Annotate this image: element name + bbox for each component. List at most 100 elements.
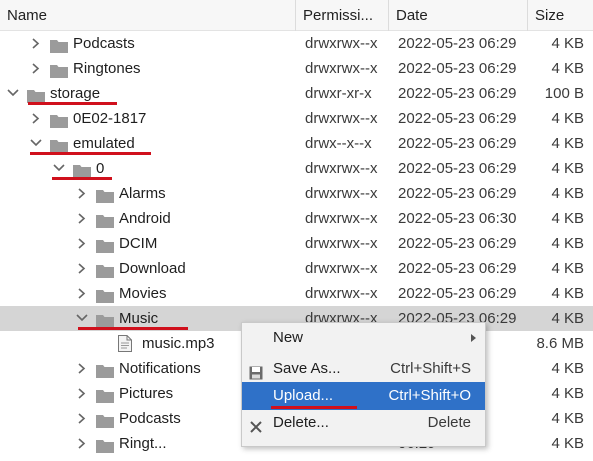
chevron-right-icon[interactable] [75, 431, 89, 456]
folder-row[interactable]: Ringtones drwxrwx--x 2022-05-23 06:29 4 KB [0, 56, 593, 81]
item-permissions: drwxrwx--x [305, 235, 378, 252]
item-name: Movies [119, 285, 167, 302]
folder-row[interactable]: 0E02-1817 drwxrwx--x 2022-05-23 06:29 4 KB [0, 106, 593, 131]
item-name: Ringt... [119, 435, 167, 452]
item-date: 2022-05-23 06:29 [398, 160, 517, 177]
folder-icon [50, 61, 68, 78]
item-size: 4 KB [551, 110, 584, 127]
folder-icon [73, 161, 91, 178]
menu-item-upload-shortcut: Ctrl+Shift+O [388, 387, 471, 404]
item-size: 8.6 MB [536, 335, 584, 352]
item-name: Podcasts [73, 35, 135, 52]
folder-icon [50, 111, 68, 128]
folder-icon [96, 261, 114, 278]
folder-icon [96, 436, 114, 453]
item-name: music.mp3 [142, 335, 215, 352]
item-permissions: drwxrwx--x [305, 260, 378, 277]
column-permissions[interactable]: Permissi... [296, 0, 389, 31]
item-name: 0E02-1817 [73, 110, 147, 127]
item-size: 4 KB [551, 410, 584, 427]
item-name: DCIM [119, 235, 158, 252]
item-name: Android [119, 210, 171, 227]
chevron-right-icon[interactable] [75, 281, 89, 306]
context-menu: New Save As... Ctrl+Shift+S Upload... Ct… [241, 322, 486, 447]
item-date: 2022-05-23 06:29 [398, 110, 517, 127]
folder-row[interactable]: Alarms drwxrwx--x 2022-05-23 06:29 4 KB [0, 181, 593, 206]
item-size: 4 KB [551, 435, 584, 452]
menu-item-save-as-shortcut: Ctrl+Shift+S [390, 360, 471, 377]
item-date: 2022-05-23 06:29 [398, 135, 517, 152]
folder-row[interactable]: Movies drwxrwx--x 2022-05-23 06:29 4 KB [0, 281, 593, 306]
chevron-right-icon[interactable] [29, 31, 43, 56]
item-size: 4 KB [551, 360, 584, 377]
item-name: Alarms [119, 185, 166, 202]
item-date: 2022-05-23 06:29 [398, 285, 517, 302]
column-date[interactable]: Date [389, 0, 528, 31]
chevron-right-icon[interactable] [75, 406, 89, 431]
item-size: 100 B [544, 85, 584, 102]
item-date: 2022-05-23 06:29 [398, 85, 517, 102]
item-permissions: drwxrwx--x [305, 60, 378, 77]
chevron-right-icon[interactable] [75, 256, 89, 281]
folder-row[interactable]: Download drwxrwx--x 2022-05-23 06:29 4 KB [0, 256, 593, 281]
item-date: 2022-05-23 06:30 [398, 210, 517, 227]
folder-row[interactable]: Podcasts drwxrwx--x 2022-05-23 06:29 4 KB [0, 31, 593, 56]
menu-item-new-label: New [273, 329, 304, 346]
annotation-underline-music [78, 327, 188, 330]
item-size: 4 KB [551, 60, 584, 77]
item-date: 2022-05-23 06:29 [398, 35, 517, 52]
menu-item-new[interactable]: New [242, 324, 485, 352]
menu-item-save-as[interactable]: Save As... Ctrl+Shift+S [242, 355, 485, 383]
annotation-underline-emulated [30, 152, 151, 155]
chevron-right-icon[interactable] [29, 56, 43, 81]
item-size: 4 KB [551, 310, 584, 327]
delete-x-icon [249, 416, 263, 433]
item-permissions: drwxrwx--x [305, 35, 378, 52]
column-name[interactable]: Name [0, 0, 296, 31]
item-size: 4 KB [551, 185, 584, 202]
chevron-right-icon[interactable] [75, 231, 89, 256]
chevron-right-icon[interactable] [75, 356, 89, 381]
item-date: 2022-05-23 06:29 [398, 260, 517, 277]
column-size[interactable]: Size [528, 0, 593, 31]
menu-item-delete[interactable]: Delete... Delete [242, 409, 485, 437]
folder-row[interactable]: DCIM drwxrwx--x 2022-05-23 06:29 4 KB [0, 231, 593, 256]
item-size: 4 KB [551, 285, 584, 302]
folder-row[interactable]: Android drwxrwx--x 2022-05-23 06:30 4 KB [0, 206, 593, 231]
item-size: 4 KB [551, 135, 584, 152]
folder-icon [96, 211, 114, 228]
chevron-right-icon[interactable] [75, 206, 89, 231]
item-name: Notifications [119, 360, 201, 377]
folder-icon [96, 411, 114, 428]
chevron-right-icon[interactable] [75, 181, 89, 206]
item-permissions: drwxrwx--x [305, 210, 378, 227]
file-icon [118, 335, 132, 352]
item-permissions: drwxrwx--x [305, 110, 378, 127]
folder-icon [27, 86, 45, 103]
item-name: Pictures [119, 385, 174, 402]
menu-item-delete-shortcut: Delete [427, 414, 471, 431]
item-permissions: drwxr-xr-x [305, 85, 372, 102]
menu-item-delete-label: Delete... [273, 414, 329, 431]
item-date: 2022-05-23 06:29 [398, 60, 517, 77]
folder-icon [50, 36, 68, 53]
column-header: Name Permissi... Date Size [0, 0, 593, 31]
folder-icon [96, 236, 114, 253]
folder-icon [50, 136, 68, 153]
item-permissions: drwxrwx--x [305, 185, 378, 202]
chevron-right-icon[interactable] [75, 381, 89, 406]
folder-icon [96, 311, 114, 328]
item-date: 2022-05-23 06:29 [398, 235, 517, 252]
folder-icon [96, 361, 114, 378]
item-name: Download [119, 260, 186, 277]
annotation-underline-zero [52, 177, 112, 180]
submenu-arrow-icon [471, 334, 476, 342]
chevron-down-icon[interactable] [6, 81, 20, 106]
item-name: Podcasts [119, 410, 181, 427]
item-size: 4 KB [551, 385, 584, 402]
menu-item-save-as-label: Save As... [273, 360, 341, 377]
item-permissions: drwxrwx--x [305, 160, 378, 177]
item-size: 4 KB [551, 35, 584, 52]
item-permissions: drwxrwx--x [305, 285, 378, 302]
chevron-right-icon[interactable] [29, 106, 43, 131]
